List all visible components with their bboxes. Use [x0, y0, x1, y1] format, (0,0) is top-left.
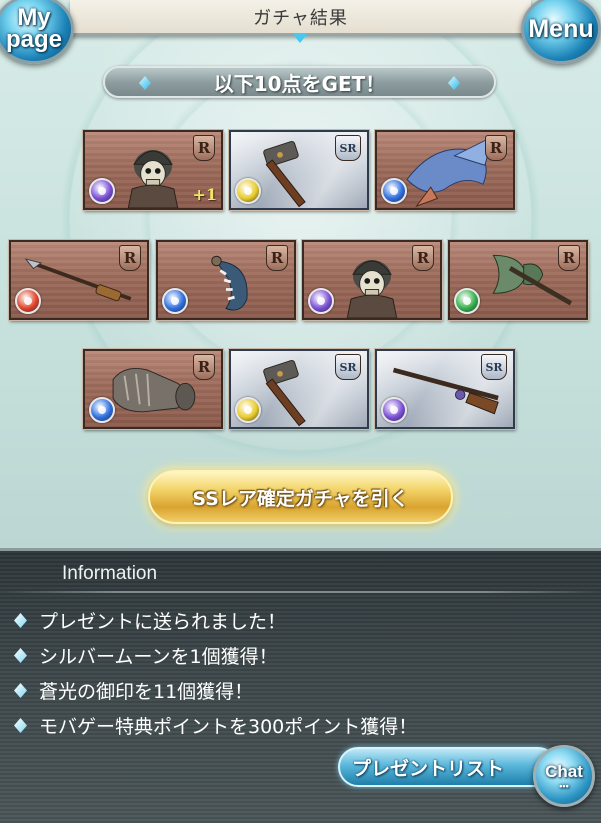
rarity-badge: SR [481, 354, 507, 380]
info-text: モバゲー特典ポイントを300ポイント獲得！ [39, 716, 418, 738]
list-item: シルバームーンを1個獲得！ [14, 638, 417, 673]
water-element-icon [381, 178, 407, 204]
result-banner-text: 以下10点をGET！ [213, 71, 386, 96]
information-list: プレゼントに送られました！ シルバームーンを1個獲得！ 蒼光の御印を11個獲得！… [14, 603, 417, 743]
item-card-war-hammer[interactable]: SR [229, 349, 369, 429]
diamond-bullet-icon [14, 718, 27, 733]
item-card-musket[interactable]: SR [375, 349, 515, 429]
dark-element-icon [308, 288, 334, 314]
dark-element-icon [381, 397, 407, 423]
water-element-icon [162, 288, 188, 314]
item-card-gauntlet[interactable]: R [83, 349, 223, 429]
item-card-battle-axe[interactable]: R [448, 240, 588, 320]
diamond-icon [448, 76, 460, 90]
item-card-long-spear[interactable]: R [9, 240, 149, 320]
diamond-bullet-icon [14, 648, 27, 663]
present-list-button[interactable]: プレゼントリスト [338, 747, 558, 787]
page-title: ガチャ結果 [253, 7, 348, 29]
information-panel: Information プレゼントに送られました！ シルバームーンを1個獲得！ … [0, 548, 601, 823]
ss-rare-gacha-label: SSレア確定ガチャを引く [192, 487, 409, 510]
diamond-icon [139, 76, 151, 90]
rarity-badge: R [412, 245, 434, 271]
light-element-icon [235, 178, 261, 204]
info-text: プレゼントに送られました！ [39, 611, 287, 633]
item-card-blue-wyvern[interactable]: R [375, 130, 515, 210]
mypage-button[interactable]: My page [0, 0, 74, 64]
rarity-badge: R [193, 135, 215, 161]
dark-element-icon [89, 178, 115, 204]
chat-button[interactable]: Chat ••• [533, 745, 595, 807]
list-item: 蒼光の御印を11個獲得！ [14, 673, 417, 708]
result-banner: 以下10点をGET！ [103, 66, 496, 98]
list-item: プレゼントに送られました！ [14, 603, 417, 638]
menu-button[interactable]: Menu [521, 0, 601, 64]
chat-dots: ••• [559, 781, 569, 791]
bonus-label: +1 [192, 185, 217, 204]
rarity-badge: SR [335, 354, 361, 380]
chat-label: Chat [545, 762, 583, 781]
item-card-skeleton-soldier[interactable]: R +1 [83, 130, 223, 210]
diamond-bullet-icon [14, 683, 27, 698]
information-title: Information [62, 563, 158, 584]
info-text: シルバームーンを1個獲得！ [39, 646, 278, 668]
ss-rare-gacha-button[interactable]: SSレア確定ガチャを引く [148, 470, 453, 524]
header-gem-icon [292, 33, 308, 43]
item-card-war-hammer[interactable]: SR [229, 130, 369, 210]
rarity-badge: R [193, 354, 215, 380]
diamond-bullet-icon [14, 613, 27, 628]
mypage-label: My page [5, 4, 62, 53]
gacha-result-screen: ガチャ結果 My page Menu 以下10点をGET！ R +1 SR R R … [0, 0, 601, 548]
rarity-badge: R [266, 245, 288, 271]
item-card-skeleton-soldier[interactable]: R [302, 240, 442, 320]
wind-element-icon [454, 288, 480, 314]
menu-label: Menu [528, 15, 594, 43]
list-item: モバゲー特典ポイントを300ポイント獲得！ [14, 708, 417, 743]
water-element-icon [89, 397, 115, 423]
rarity-badge: R [558, 245, 580, 271]
fire-element-icon [15, 288, 41, 314]
rarity-badge: R [119, 245, 141, 271]
info-text: 蒼光の御印を11個獲得！ [39, 681, 254, 703]
light-element-icon [235, 397, 261, 423]
rarity-badge: SR [335, 135, 361, 161]
item-card-fang-blade[interactable]: R [156, 240, 296, 320]
header-bar: ガチャ結果 [70, 0, 531, 36]
divider [0, 591, 601, 593]
present-list-label: プレゼントリスト [352, 757, 505, 780]
rarity-badge: R [485, 135, 507, 161]
